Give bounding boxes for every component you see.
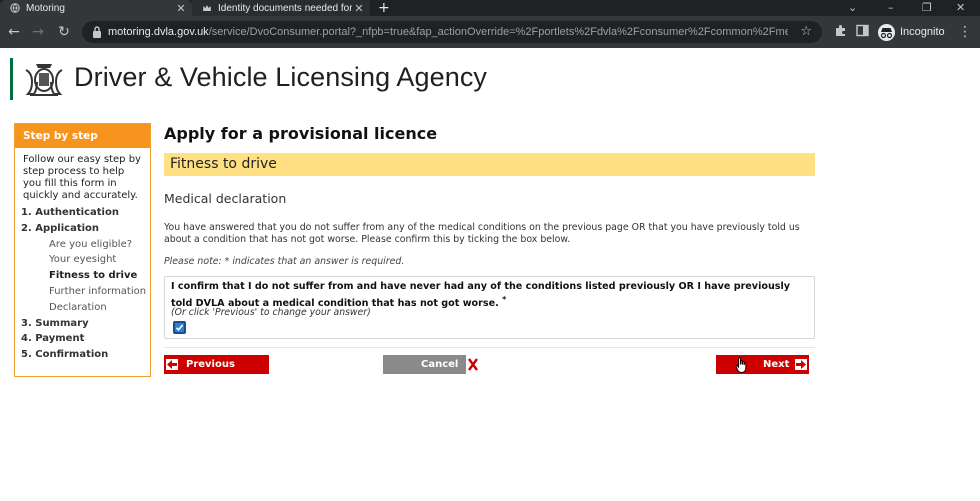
agency-name: Driver & Vehicle Licensing Agency	[74, 62, 488, 92]
step-authentication: 1. Authentication	[21, 207, 119, 218]
instruction-paragraph: You have answered that you do not suffer…	[164, 222, 800, 245]
step-summary: 3. Summary	[21, 317, 89, 329]
substep-fitness-to-drive: Fitness to drive	[49, 270, 138, 282]
incognito-profile-button[interactable]: Incognito	[878, 23, 945, 41]
sidebar-heading: Step by step	[15, 124, 150, 148]
step-payment: 4. Payment	[21, 333, 85, 345]
royal-crest-logo	[25, 64, 63, 96]
next-button-label: Next	[763, 359, 790, 370]
close-tab-icon[interactable]: ✕	[174, 2, 188, 15]
cross-icon	[466, 355, 480, 374]
minimize-icon[interactable]: –	[888, 0, 894, 16]
checkmark-icon	[175, 324, 184, 331]
brand-bar	[10, 58, 13, 100]
section-subheading: Medical declaration	[164, 191, 287, 206]
side-panel-icon[interactable]	[856, 24, 869, 41]
bookmark-star-icon[interactable]: ☆	[800, 21, 812, 43]
incognito-label: Incognito	[900, 26, 945, 38]
url-path: /service/DvoConsumer.portal?_nfpb=true&f…	[208, 26, 788, 38]
browser-tab-motoring[interactable]: Motoring ✕	[0, 0, 192, 16]
section-banner-text: Fitness to drive	[170, 156, 277, 172]
declaration-question: I confirm that I do not suffer from and …	[171, 281, 811, 310]
globe-icon	[10, 3, 20, 13]
browser-toolbar: ← → ↻ motoring.dvla.gov.uk/service/DvoCo…	[0, 16, 980, 48]
step-by-step-sidebar: Step by step Follow our easy step by ste…	[14, 123, 151, 377]
browser-menu-icon[interactable]: ⋮	[958, 24, 972, 40]
required-note: Please note: * indicates that an answer …	[164, 256, 405, 267]
substep-further-information: Further information	[49, 285, 147, 297]
page-title: Apply for a provisional licence	[164, 124, 438, 143]
url-text: motoring.dvla.gov.uk/service/DvoConsumer…	[108, 21, 788, 43]
address-bar[interactable]: motoring.dvla.gov.uk/service/DvoConsumer…	[82, 21, 822, 43]
crown-icon	[202, 3, 212, 13]
previous-button-label: Previous	[186, 359, 235, 370]
question-hint: (Or click 'Previous' to change your answ…	[171, 307, 371, 318]
tab-search-chevron-icon[interactable]: ⌄	[848, 0, 857, 16]
previous-button[interactable]: Previous	[164, 355, 269, 374]
substep-declaration: Declaration	[49, 301, 107, 313]
section-banner: Fitness to drive	[164, 153, 815, 176]
required-asterisk: *	[502, 294, 507, 304]
lock-icon	[93, 26, 101, 38]
browser-tab-identity-documents[interactable]: Identity documents needed for a ✕	[192, 0, 370, 16]
extensions-puzzle-icon[interactable]	[834, 24, 847, 41]
step-application: 2. Application	[21, 222, 100, 234]
cancel-button-label: Cancel	[421, 359, 459, 370]
declaration-question-box: I confirm that I do not suffer from and …	[164, 276, 815, 339]
substep-eyesight: Your eyesight	[49, 254, 117, 266]
browser-tab-bar: Motoring ✕ Identity documents needed for…	[0, 0, 980, 16]
cancel-button[interactable]: Cancel	[383, 355, 480, 374]
reload-icon[interactable]: ↻	[54, 22, 74, 42]
declaration-checkbox[interactable]	[173, 321, 186, 334]
close-window-icon[interactable]: ✕	[956, 0, 965, 16]
tab-title: Motoring	[26, 2, 65, 14]
arrow-left-icon	[166, 359, 178, 370]
close-tab-icon[interactable]: ✕	[352, 2, 366, 15]
arrow-right-icon	[795, 359, 807, 370]
restore-icon[interactable]: ❐	[922, 0, 932, 16]
next-button[interactable]: Next	[716, 355, 809, 374]
back-arrow-icon[interactable]: ←	[4, 22, 24, 42]
tab-title: Identity documents needed for a	[218, 2, 352, 14]
forward-arrow-icon[interactable]: →	[28, 22, 48, 42]
hand-cursor-icon	[735, 357, 747, 373]
url-domain: motoring.dvla.gov.uk	[108, 26, 209, 38]
divider	[164, 347, 815, 348]
step-confirmation: 5. Confirmation	[21, 349, 109, 361]
new-tab-plus-icon[interactable]: +	[378, 0, 390, 16]
incognito-avatar-icon	[878, 23, 895, 41]
substep-eligibility: Are you eligible?	[49, 238, 133, 250]
step-list: 1. Authentication 2. Application Are you…	[15, 202, 150, 363]
declaration-question-text: I confirm that I do not suffer from and …	[171, 281, 791, 309]
sidebar-intro: Follow our easy step by step process to …	[23, 154, 141, 201]
